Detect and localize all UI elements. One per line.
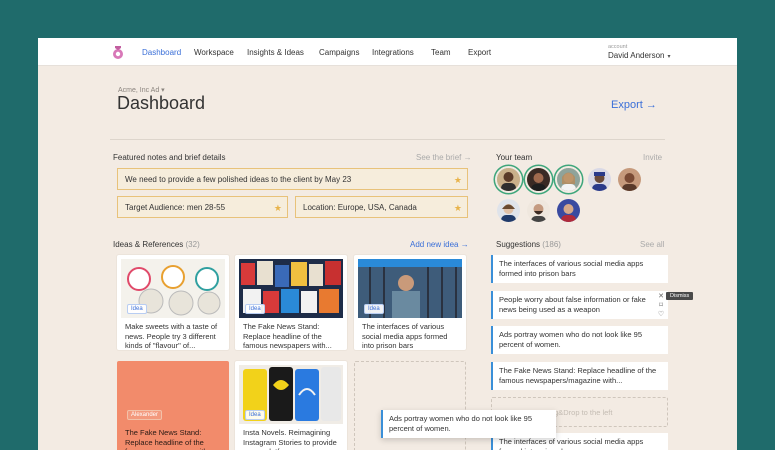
ideas-count: (32): [185, 240, 200, 249]
suggestion-actions: ✕ ⌑ ♡: [657, 292, 665, 319]
avatar[interactable]: [557, 199, 580, 222]
account-menu[interactable]: account David Anderson ▾: [608, 44, 671, 60]
suggestion-item[interactable]: The interfaces of various social media a…: [491, 255, 668, 283]
idea-image: Idea: [239, 259, 343, 318]
featured-note[interactable]: Target Audience: men 28-55 ★: [117, 196, 288, 218]
nav-integrations[interactable]: Integrations: [372, 48, 414, 57]
featured-notes-title: Featured notes and brief details: [113, 153, 226, 162]
suggestion-item[interactable]: People worry about false information or …: [491, 291, 668, 319]
idea-card[interactable]: Idea Insta Novels. Reimagining Instagram…: [235, 361, 347, 450]
avatar[interactable]: [497, 199, 520, 222]
suggestions-title-text: Suggestions: [496, 240, 541, 249]
idea-text: The interfaces of various social media a…: [362, 322, 448, 350]
idea-card[interactable]: Alexander The Fake News Stand: Replace h…: [117, 361, 229, 450]
chevron-down-icon[interactable]: ▾: [667, 54, 670, 60]
idea-tag: Idea: [245, 304, 265, 314]
idea-card[interactable]: Idea The Fake News Stand: Replace headli…: [235, 255, 347, 350]
dragged-suggestion[interactable]: Ads portray women who do not look like 9…: [381, 410, 556, 438]
featured-note[interactable]: Location: Europe, USA, Canada ★: [295, 196, 468, 218]
star-icon[interactable]: ★: [454, 197, 462, 219]
account-name[interactable]: David Anderson ▾: [608, 51, 671, 60]
suggestion-item[interactable]: Ads portray women who do not look like 9…: [491, 326, 668, 354]
idea-card[interactable]: Idea The interfaces of various social me…: [354, 255, 466, 350]
avatar[interactable]: [588, 168, 611, 191]
note-text: Location: Europe, USA, Canada: [303, 203, 417, 212]
account-label: account: [608, 44, 628, 50]
team-title: Your team: [496, 153, 533, 162]
idea-tag: Idea: [364, 304, 384, 314]
star-icon[interactable]: ★: [454, 169, 462, 191]
add-new-idea-button[interactable]: Add new idea →: [410, 240, 469, 249]
suggestions-count: (186): [542, 240, 561, 249]
see-all-link[interactable]: See all: [640, 240, 664, 249]
note-text: Target Audience: men 28-55: [125, 203, 226, 212]
ideas-title-text: Ideas & References: [113, 240, 184, 249]
app-window: Dashboard Workspace Insights & Ideas Cam…: [38, 38, 737, 450]
idea-text: Make sweets with a taste of news. People…: [125, 322, 218, 350]
nav-dashboard[interactable]: Dashboard: [142, 48, 181, 57]
top-navigation: Dashboard Workspace Insights & Ideas Cam…: [38, 38, 737, 66]
idea-image: Idea: [121, 259, 225, 318]
idea-tag: Idea: [127, 304, 147, 314]
avatar[interactable]: [497, 168, 520, 191]
idea-image: Idea: [239, 365, 343, 424]
idea-tag: Idea: [245, 410, 265, 420]
nav-team[interactable]: Team: [431, 48, 451, 57]
idea-text: Insta Novels. Reimagining Instagram Stor…: [243, 428, 337, 450]
avatar[interactable]: [557, 168, 580, 191]
logo-icon[interactable]: [112, 44, 124, 60]
idea-text: The Fake News Stand: Replace headline of…: [243, 322, 332, 350]
star-icon[interactable]: ★: [274, 197, 282, 219]
nav-export[interactable]: Export: [468, 48, 491, 57]
avatar[interactable]: [527, 168, 550, 191]
dismiss-tooltip: Dismiss: [666, 292, 694, 300]
page-title: Dashboard: [117, 93, 206, 113]
avatar[interactable]: [618, 168, 641, 191]
account-name-text: David Anderson: [608, 51, 665, 60]
heart-icon[interactable]: ♡: [657, 310, 665, 319]
nav-insights-ideas[interactable]: Insights & Ideas: [247, 48, 304, 57]
nav-campaigns[interactable]: Campaigns: [319, 48, 359, 57]
idea-text: The Fake News Stand: Replace headline of…: [125, 428, 214, 450]
see-brief-link[interactable]: See the brief →: [416, 153, 472, 162]
avatar[interactable]: [527, 199, 550, 222]
idea-image: Alexander: [121, 365, 225, 424]
idea-image: Idea: [358, 259, 462, 318]
featured-note[interactable]: We need to provide a few polished ideas …: [117, 168, 468, 190]
close-icon[interactable]: ✕: [657, 292, 665, 301]
bookmark-icon[interactable]: ⌑: [657, 301, 665, 310]
idea-tag: Alexander: [127, 410, 163, 420]
note-text: We need to provide a few polished ideas …: [125, 175, 352, 184]
idea-card[interactable]: Idea Make sweets with a taste of news. P…: [117, 255, 229, 350]
invite-link[interactable]: Invite: [643, 153, 662, 162]
suggestion-item[interactable]: The Fake News Stand: Replace headline of…: [491, 362, 668, 390]
suggestions-title: Suggestions (186): [496, 240, 561, 249]
divider: [110, 139, 665, 140]
ideas-title: Ideas & References (32): [113, 240, 200, 249]
export-button[interactable]: Export →: [611, 99, 657, 111]
nav-workspace[interactable]: Workspace: [194, 48, 234, 57]
